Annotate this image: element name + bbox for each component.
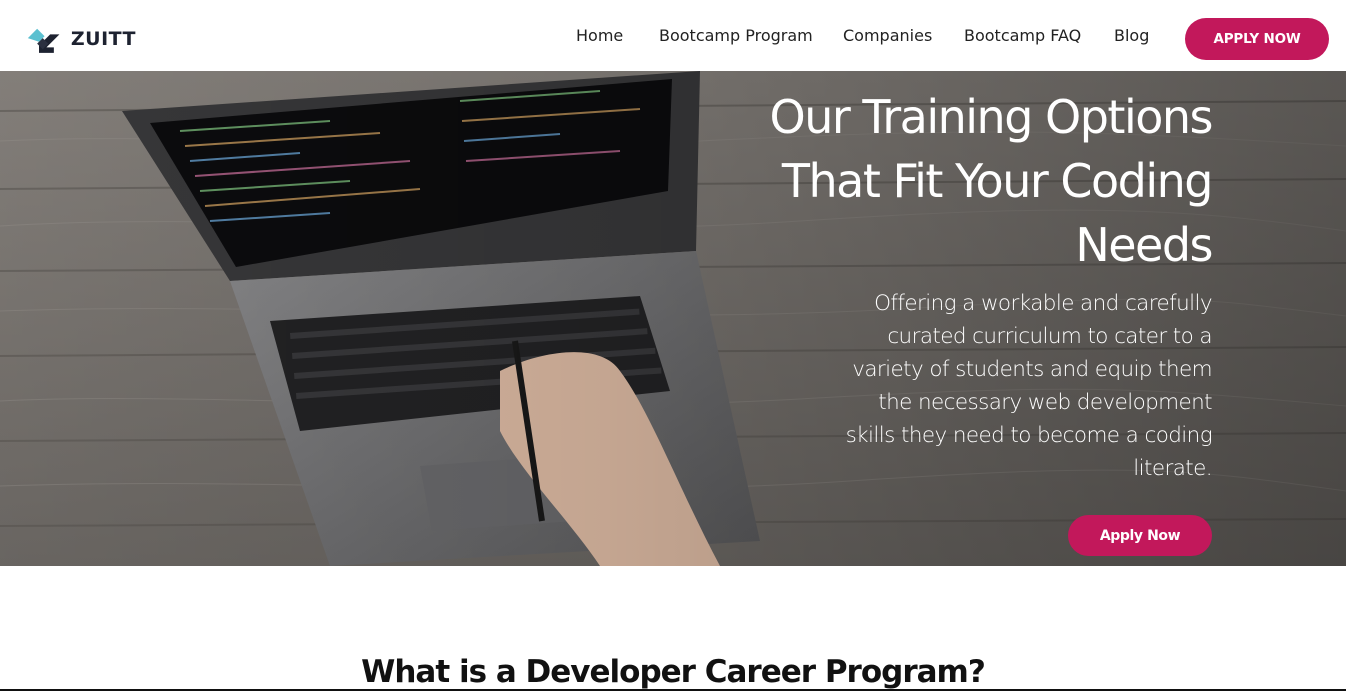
hero-apply-now-button[interactable]: Apply Now [1068,515,1212,556]
section-title: What is a Developer Career Program? [361,654,986,690]
hero-title-line: Our Training Options [769,90,1213,144]
hero-banner: Our Training Options That Fit Your Codin… [0,71,1346,566]
apply-now-button[interactable]: APPLY NOW [1185,18,1329,60]
nav-blog[interactable]: Blog [1114,26,1149,45]
nav-bootcamp-program[interactable]: Bootcamp Program [659,26,813,45]
hero-title-line: Needs [1075,218,1213,272]
hero-subtitle: Offering a workable and carefully curate… [812,287,1213,485]
hero-title-line: That Fit Your Coding [781,154,1214,208]
nav-home[interactable]: Home [576,26,623,45]
hero-subtitle-line: skills they need to become a coding [845,423,1213,448]
hero-subtitle-line: variety of students and equip them [852,357,1212,382]
site-header: ZUITT Home Bootcamp Program Companies Bo… [0,0,1346,71]
hero-subtitle-line: the necessary web development [878,390,1212,415]
hero-title: Our Training Options That Fit Your Codin… [652,85,1214,277]
nav-companies[interactable]: Companies [843,26,932,45]
hero-subtitle-line: curated curriculum to cater to a [887,324,1212,349]
hero-subtitle-line: Offering a workable and carefully [874,291,1213,316]
hero-subtitle-line: literate. [1133,456,1212,481]
nav-bootcamp-faq[interactable]: Bootcamp FAQ [964,26,1081,45]
main-nav: Home Bootcamp Program Companies Bootcamp… [0,0,1346,71]
